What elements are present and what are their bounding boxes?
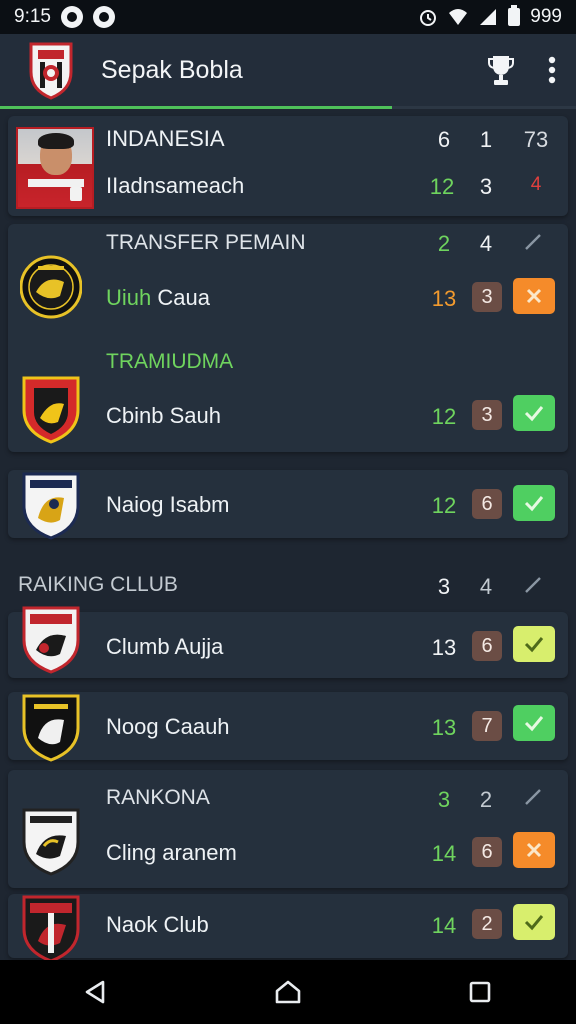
stat-losses-pill: 2 bbox=[472, 909, 502, 939]
stat-losses-pill: 7 bbox=[472, 711, 502, 741]
club-crest-cling bbox=[22, 808, 80, 876]
stat-wins: 14 bbox=[431, 913, 457, 938]
battery-icon bbox=[508, 5, 521, 26]
status-check-button[interactable] bbox=[513, 904, 555, 940]
trophy-icon[interactable] bbox=[488, 54, 514, 86]
check-icon bbox=[524, 406, 544, 422]
cross-icon bbox=[526, 288, 542, 304]
club-name-naiog-isabm: Naiog Isabm bbox=[106, 492, 230, 517]
status-time: 9:15 bbox=[14, 6, 51, 27]
home-button[interactable] bbox=[268, 972, 308, 1012]
stat-wins: 13 bbox=[431, 286, 457, 311]
stat-draws: 1 bbox=[479, 127, 493, 152]
loading-progress-bar bbox=[0, 106, 576, 109]
club-crest-clumb bbox=[22, 606, 80, 674]
club-name-naok-club: Naok Club bbox=[106, 912, 209, 937]
check-mark-icon bbox=[525, 789, 541, 805]
player-name: IIadnsameach bbox=[106, 173, 245, 198]
system-nav-bar bbox=[0, 960, 576, 1024]
loading-progress-fill bbox=[0, 106, 392, 109]
stat-losses-pill: 6 bbox=[472, 631, 502, 661]
check-icon bbox=[524, 496, 544, 512]
section-ranking-club: RAIKING CLLUB bbox=[18, 573, 178, 596]
notification-icon bbox=[60, 6, 83, 28]
recents-square-icon bbox=[469, 981, 491, 1003]
club-name-cbinb-sauh: Cbinb Sauh bbox=[106, 403, 221, 428]
club-name-noog-caauh: Noog Caauh bbox=[106, 714, 230, 739]
status-cross-button[interactable] bbox=[513, 278, 555, 314]
club-name-uiuh-caua: Uiuh Caua bbox=[106, 285, 210, 310]
section-tramiudma: TRAMIUDMA bbox=[106, 350, 234, 373]
status-check-button[interactable] bbox=[513, 485, 555, 521]
stat-wins: 13 bbox=[431, 635, 457, 660]
club-name-cling-aranem: Cling aranem bbox=[106, 840, 237, 865]
back-button[interactable] bbox=[76, 972, 116, 1012]
section-transfer-pemain: TRANSFER PEMAIN bbox=[106, 231, 306, 254]
more-menu-icon[interactable] bbox=[548, 56, 556, 84]
check-mark-icon bbox=[525, 577, 541, 593]
back-triangle-icon bbox=[85, 980, 105, 1004]
stat-wins: 12 bbox=[429, 174, 455, 199]
stat-wins: 2 bbox=[437, 231, 451, 256]
signal-icon bbox=[480, 9, 497, 25]
status-bar: 9:15 999 bbox=[0, 0, 576, 34]
stat-losses-pill: 6 bbox=[472, 489, 502, 519]
stat-losses: 3 bbox=[479, 174, 493, 199]
club-crest-cbinb bbox=[22, 376, 80, 444]
stat-losses: 2 bbox=[479, 787, 493, 812]
wifi-icon bbox=[449, 9, 468, 25]
stat-losses-pill: 3 bbox=[472, 282, 502, 312]
stat-losses: 4 bbox=[479, 231, 493, 256]
cross-icon bbox=[526, 842, 542, 858]
stat-losses-pill: 6 bbox=[472, 837, 502, 867]
sync-icon bbox=[92, 6, 115, 28]
stat-losses-pill: 3 bbox=[472, 400, 502, 430]
player-avatar[interactable] bbox=[16, 127, 94, 209]
club-crest-naok bbox=[22, 895, 80, 963]
stat-wins: 12 bbox=[431, 404, 457, 429]
club-crest-uiuh bbox=[20, 255, 82, 319]
check-icon bbox=[524, 637, 544, 653]
team-name-indonesia: INDANESIA bbox=[106, 126, 225, 151]
status-check-button[interactable] bbox=[513, 626, 555, 662]
stat-col-a: 3 bbox=[437, 574, 451, 599]
club-name-clumb-aujja: Clumb Aujja bbox=[106, 634, 224, 659]
section-rankona: RANKONA bbox=[106, 786, 210, 809]
recents-button[interactable] bbox=[460, 972, 500, 1012]
check-icon bbox=[524, 716, 544, 732]
status-check-button[interactable] bbox=[513, 705, 555, 741]
stat-played: 6 bbox=[437, 127, 451, 152]
status-check-button[interactable] bbox=[513, 395, 555, 431]
check-mark-icon bbox=[525, 234, 541, 250]
app-bar: Sepak Bobla bbox=[0, 34, 576, 106]
stat-wins: 14 bbox=[431, 841, 457, 866]
club-crest-naiog bbox=[22, 472, 80, 540]
stat-change: 4 bbox=[530, 174, 542, 195]
check-icon bbox=[524, 915, 544, 931]
club-crest-noog bbox=[22, 694, 80, 762]
stat-points: 73 bbox=[523, 127, 549, 152]
stat-wins: 3 bbox=[437, 787, 451, 812]
stat-wins: 12 bbox=[431, 493, 457, 518]
stat-col-b: 4 bbox=[479, 574, 493, 599]
status-cross-button[interactable] bbox=[513, 832, 555, 868]
alarm-icon bbox=[420, 10, 437, 26]
app-title: Sepak Bobla bbox=[101, 55, 243, 84]
stat-wins: 13 bbox=[431, 715, 457, 740]
app-logo bbox=[29, 42, 73, 100]
home-icon bbox=[275, 980, 301, 1004]
battery-level: 999 bbox=[530, 6, 562, 27]
